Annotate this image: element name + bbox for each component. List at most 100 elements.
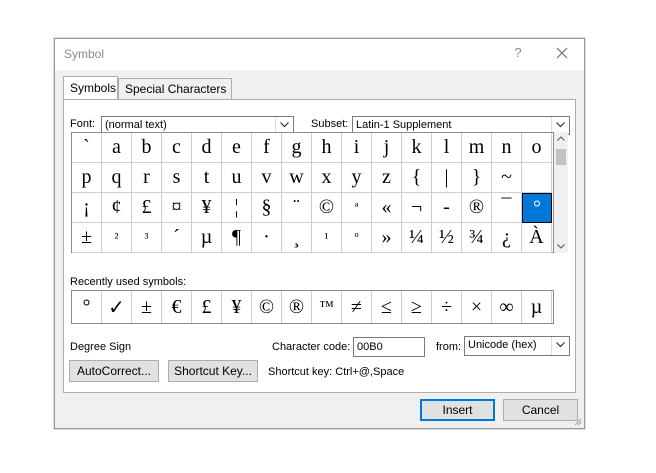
symbol-cell[interactable]: x (312, 163, 342, 193)
recent-symbol-cell[interactable]: ± (132, 291, 162, 323)
symbol-cell[interactable]: c (162, 133, 192, 163)
symbol-cell[interactable]: µ (192, 223, 222, 253)
symbol-cell[interactable]: ¯ (492, 193, 522, 223)
symbol-cell[interactable]: z (372, 163, 402, 193)
recent-symbol-cell[interactable]: ° (72, 291, 102, 323)
symbol-cell[interactable]: ¼ (402, 223, 432, 253)
symbol-cell[interactable]: w (282, 163, 312, 193)
symbol-cell[interactable]: © (312, 193, 342, 223)
symbol-cell[interactable]: e (222, 133, 252, 163)
symbol-cell[interactable]: t (192, 163, 222, 193)
symbol-cell[interactable]: q (102, 163, 132, 193)
symbol-cell[interactable]: - (432, 193, 462, 223)
tab-symbols[interactable]: Symbols (63, 76, 118, 99)
recent-symbol-cell[interactable]: ≤ (372, 291, 402, 323)
symbol-cell[interactable]: u (222, 163, 252, 193)
help-button[interactable]: ? (511, 45, 525, 63)
recent-symbol-cell[interactable]: © (252, 291, 282, 323)
symbol-cell[interactable]: } (462, 163, 492, 193)
symbol-cell[interactable]: m (462, 133, 492, 163)
recent-symbol-cell[interactable]: € (162, 291, 192, 323)
recent-symbol-cell[interactable]: ≠ (342, 291, 372, 323)
autocorrect-button[interactable]: AutoCorrect... (69, 360, 159, 382)
symbol-cell[interactable]: n (492, 133, 522, 163)
character-code-label: Character code: (272, 341, 351, 353)
symbol-cell[interactable]: ¶ (222, 223, 252, 253)
symbol-cell[interactable]: ° (522, 193, 552, 223)
symbol-cell[interactable]: ¢ (102, 193, 132, 223)
symbol-cell[interactable]: ¤ (162, 193, 192, 223)
recent-symbol-cell[interactable]: × (462, 291, 492, 323)
symbol-cell[interactable]: j (372, 133, 402, 163)
symbol-cell[interactable]: ¨ (282, 193, 312, 223)
insert-button[interactable]: Insert (420, 399, 495, 421)
symbol-cell[interactable]: v (252, 163, 282, 193)
resize-grip-icon[interactable] (572, 416, 582, 426)
symbol-cell[interactable]: · (252, 223, 282, 253)
symbol-cell[interactable]: À (522, 223, 552, 253)
symbol-cell[interactable]: a (102, 133, 132, 163)
scrollbar-thumb[interactable] (556, 149, 566, 165)
symbol-cell[interactable]: ³ (132, 223, 162, 253)
close-icon[interactable] (551, 42, 573, 64)
symbol-grid[interactable]: ` a b c d e f g h i j k l m n o p q r s t u v w x y z{|} ~ ¡ ¢ £ ¤ ¥ ¦ § ¨ ©… (71, 132, 554, 253)
symbol-cell[interactable]: h (312, 133, 342, 163)
symbol-cell[interactable]: l (432, 133, 462, 163)
symbol-cell[interactable]: o (522, 133, 552, 163)
symbol-cell[interactable]: ® (462, 193, 492, 223)
symbol-cell[interactable]: y (342, 163, 372, 193)
symbol-cell[interactable]: £ (132, 193, 162, 223)
symbol-cell[interactable]: ` (72, 133, 102, 163)
symbol-cell[interactable]: ¹ (312, 223, 342, 253)
recent-symbol-cell[interactable]: ¥ (222, 291, 252, 323)
recent-symbol-cell[interactable]: ™ (312, 291, 342, 323)
symbol-cell[interactable]: p (72, 163, 102, 193)
shortcut-key-button[interactable]: Shortcut Key... (168, 360, 258, 382)
recent-symbol-cell[interactable]: ® (282, 291, 312, 323)
symbol-cell[interactable]: ´ (162, 223, 192, 253)
tab-special-characters[interactable]: Special Characters (118, 78, 232, 99)
symbol-cell[interactable]: | (432, 163, 462, 193)
symbol-cell[interactable]: b (132, 133, 162, 163)
symbol-cell[interactable]: ¡ (72, 193, 102, 223)
recent-symbol-cell[interactable]: £ (192, 291, 222, 323)
character-code-input[interactable]: 00B0 (353, 337, 425, 357)
symbol-cell[interactable]: g (282, 133, 312, 163)
font-label: Font: (70, 118, 96, 130)
symbol-grid-scrollbar[interactable] (554, 132, 568, 253)
recent-symbol-cell[interactable]: µ (522, 291, 552, 323)
symbol-cell[interactable]: ¸ (282, 223, 312, 253)
symbol-cell[interactable]: f (252, 133, 282, 163)
symbol-cell[interactable]: ¥ (192, 193, 222, 223)
symbol-cell[interactable]: r (132, 163, 162, 193)
symbol-cell[interactable]: « (372, 193, 402, 223)
chevron-down-icon[interactable] (551, 337, 569, 355)
recent-symbols-grid[interactable]: ° ✓ ± € £ ¥ © ® ™ ≠ ≤ ≥ ÷ × ∞ µ (71, 290, 554, 324)
character-name: Degree Sign (70, 341, 132, 353)
symbol-cell[interactable]: i (342, 133, 372, 163)
symbol-cell[interactable]: ¬ (402, 193, 432, 223)
recent-symbol-cell[interactable]: ≥ (402, 291, 432, 323)
cancel-button[interactable]: Cancel (503, 399, 578, 421)
recent-symbol-cell[interactable]: ✓ (102, 291, 132, 323)
from-label: from: (436, 341, 462, 353)
symbol-cell[interactable]: ~ (492, 163, 522, 193)
symbol-cell[interactable]: s (162, 163, 192, 193)
symbol-cell[interactable]: ¦ (222, 193, 252, 223)
symbol-cell[interactable]: ª (342, 193, 372, 223)
symbol-cell[interactable]: º (342, 223, 372, 253)
symbol-cell[interactable]: » (372, 223, 402, 253)
symbol-cell[interactable]: d (192, 133, 222, 163)
from-dropdown[interactable]: Unicode (hex) (464, 336, 570, 356)
symbol-cell[interactable]: § (252, 193, 282, 223)
symbol-cell[interactable]: k (402, 133, 432, 163)
symbol-cell[interactable]: ± (72, 223, 102, 253)
symbol-cell[interactable]: ² (102, 223, 132, 253)
symbol-cell[interactable]: { (402, 163, 432, 193)
symbol-cell[interactable]: ¾ (462, 223, 492, 253)
symbol-cell[interactable] (522, 163, 552, 193)
recent-symbol-cell[interactable]: ∞ (492, 291, 522, 323)
recent-symbol-cell[interactable]: ÷ (432, 291, 462, 323)
symbol-cell[interactable]: ½ (432, 223, 462, 253)
symbol-cell[interactable]: ¿ (492, 223, 522, 253)
